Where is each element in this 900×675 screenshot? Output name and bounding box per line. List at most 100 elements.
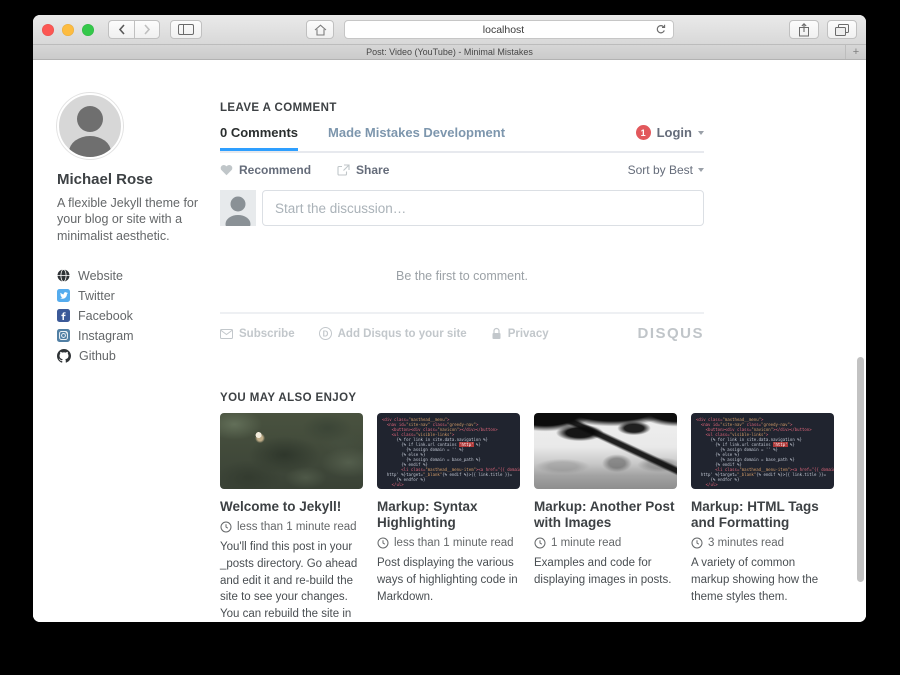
chevron-down-icon (698, 168, 704, 172)
link-label: Facebook (78, 309, 133, 323)
heart-icon (220, 164, 233, 176)
read-time: 1 minute read (551, 537, 621, 549)
sidebar-toggle-button[interactable] (170, 20, 202, 39)
read-time: less than 1 minute read (394, 537, 514, 549)
facebook-icon (57, 309, 70, 322)
post-excerpt: You'll find this post in your _posts dir… (220, 539, 363, 622)
sidebar-icon (178, 24, 194, 35)
svg-text:D: D (322, 329, 328, 338)
link-label: Instagram (78, 329, 134, 343)
post-thumbnail-fog (534, 413, 677, 489)
share-thread-button[interactable]: Share (337, 163, 389, 177)
disqus-nav: 0 Comments Made Mistakes Development 1 L… (220, 125, 704, 153)
active-tab-title[interactable]: Post: Video (YouTube) - Minimal Mistakes (366, 47, 533, 57)
browser-toolbar: localhost (33, 15, 866, 45)
share-icon (798, 23, 810, 37)
related-card-html-tags-formatting[interactable]: <div class="masthead__menu"> <nav id="si… (691, 413, 834, 622)
clock-icon (220, 521, 232, 533)
sort-by-best-dropdown[interactable]: Sort by Best (628, 163, 704, 177)
comment-input[interactable] (262, 190, 704, 226)
zoom-window-button[interactable] (82, 24, 94, 36)
post-excerpt: A variety of common markup showing how t… (691, 555, 834, 605)
post-title[interactable]: Welcome to Jekyll! (220, 499, 363, 515)
new-tab-button[interactable]: + (845, 45, 866, 59)
home-button[interactable] (306, 20, 334, 39)
show-tabs-button[interactable] (827, 20, 857, 39)
screenshot-stage: localhost Post: Video (YouTube) - Minima… (0, 0, 900, 675)
sidebar-item-facebook[interactable]: Facebook (57, 306, 212, 326)
related-cards: Welcome to Jekyll! less than 1 minute re… (220, 413, 836, 622)
back-button[interactable] (108, 20, 134, 39)
related-card-another-post-with-images[interactable]: Markup: Another Post with Images 1 minut… (534, 413, 677, 622)
author-links: Website Twitter Face (57, 266, 212, 366)
related-card-syntax-highlighting[interactable]: <div class="masthead__menu"> <nav id="si… (377, 413, 520, 622)
add-disqus-label: Add Disqus to your site (338, 328, 467, 340)
disqus-actions: Recommend Share Sort by Best (220, 153, 704, 187)
link-label: Website (78, 269, 123, 283)
person-silhouette-icon (59, 95, 121, 157)
person-silhouette-icon (220, 190, 256, 226)
sidebar-item-github[interactable]: Github (57, 346, 212, 366)
author-name: Michael Rose (57, 171, 212, 188)
main-column: LEAVE A COMMENT 0 Comments Made Mistakes… (220, 60, 836, 622)
forward-button[interactable] (134, 20, 160, 39)
traffic-lights (42, 24, 94, 36)
subscribe-link[interactable]: Subscribe (220, 328, 295, 340)
post-title[interactable]: Markup: Syntax Highlighting (377, 499, 520, 531)
disqus-d-icon: D (319, 327, 332, 340)
sort-label: Sort by Best (628, 163, 693, 177)
close-window-button[interactable] (42, 24, 54, 36)
globe-icon (57, 269, 70, 282)
disqus-footer: Subscribe D Add Disqus to your site Priv… (220, 325, 704, 342)
history-nav (108, 20, 160, 39)
author-profile: Michael Rose A flexible Jekyll theme for… (57, 93, 212, 366)
address-bar[interactable]: localhost (344, 20, 674, 39)
sidebar-item-instagram[interactable]: Instagram (57, 326, 212, 346)
leave-a-comment-heading: LEAVE A COMMENT (220, 60, 836, 114)
clock-icon (377, 537, 389, 549)
envelope-icon (220, 329, 233, 339)
notification-badge[interactable]: 1 (636, 125, 651, 140)
twitter-icon (57, 289, 70, 302)
recommend-label: Recommend (239, 163, 311, 177)
share-button[interactable] (789, 20, 819, 39)
recommend-button[interactable]: Recommend (220, 163, 311, 177)
github-icon (57, 349, 71, 363)
refresh-icon[interactable] (655, 24, 666, 35)
related-card-welcome-to-jekyll[interactable]: Welcome to Jekyll! less than 1 minute re… (220, 413, 363, 622)
tabs-icon (835, 24, 849, 36)
login-label: Login (657, 125, 692, 140)
author-bio: A flexible Jekyll theme for your blog or… (57, 195, 212, 244)
login-menu[interactable]: 1 Login (636, 125, 704, 140)
privacy-link[interactable]: Privacy (491, 327, 549, 340)
post-thumbnail-code: <div class="masthead__menu"> <nav id="si… (377, 413, 520, 489)
comment-editor (220, 190, 704, 226)
read-time: less than 1 minute read (237, 521, 357, 533)
instagram-icon (57, 329, 70, 342)
post-thumbnail-code: <div class="masthead__menu"> <nav id="si… (691, 413, 834, 489)
you-may-also-enjoy-heading: YOU MAY ALSO ENJOY (220, 392, 836, 404)
post-title[interactable]: Markup: HTML Tags and Formatting (691, 499, 834, 531)
disqus-logo[interactable]: DISQUS (637, 325, 704, 342)
chevron-down-icon (698, 131, 704, 135)
sidebar-item-website[interactable]: Website (57, 266, 212, 286)
link-label: Twitter (78, 289, 115, 303)
clock-icon (691, 537, 703, 549)
post-title[interactable]: Markup: Another Post with Images (534, 499, 677, 531)
url-text: localhost (352, 24, 655, 36)
read-time: 3 minutes read (708, 537, 784, 549)
clock-icon (534, 537, 546, 549)
sidebar-item-twitter[interactable]: Twitter (57, 286, 212, 306)
vertical-scrollbar[interactable] (857, 357, 864, 582)
author-avatar (57, 93, 123, 159)
privacy-label: Privacy (508, 328, 549, 340)
empty-state-message: Be the first to comment. (220, 269, 704, 283)
post-thumbnail-moss (220, 413, 363, 489)
page-content: Michael Rose A flexible Jekyll theme for… (33, 60, 866, 622)
comment-count-tab[interactable]: 0 Comments (220, 125, 298, 151)
chevron-right-icon (143, 24, 151, 35)
related-posts: YOU MAY ALSO ENJOY Welcome to Jekyll! le… (220, 392, 836, 622)
add-disqus-link[interactable]: D Add Disqus to your site (319, 327, 467, 340)
minimize-window-button[interactable] (62, 24, 74, 36)
community-link[interactable]: Made Mistakes Development (328, 125, 505, 140)
